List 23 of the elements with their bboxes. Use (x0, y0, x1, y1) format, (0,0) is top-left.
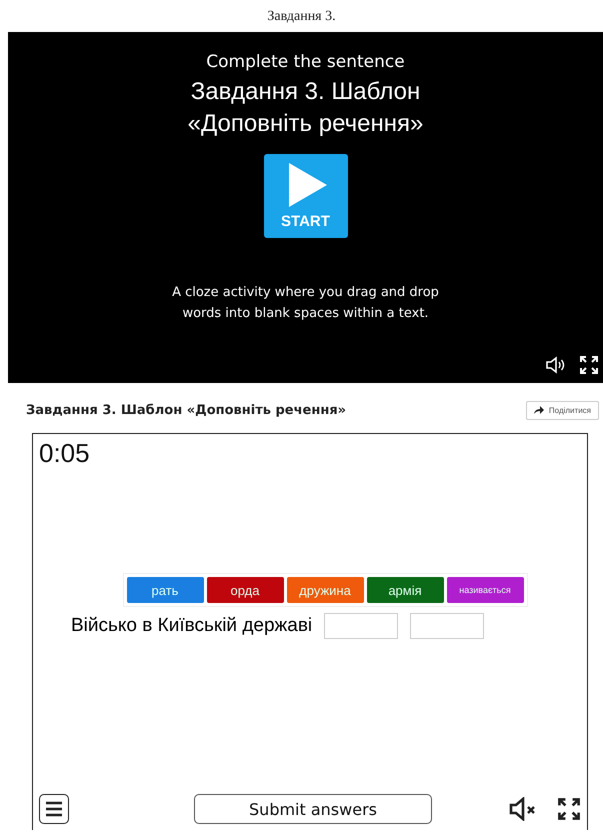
video-title: «Доповніть речення» (188, 109, 424, 139)
menu-icon (45, 801, 63, 817)
word-tile[interactable]: дружина (286, 577, 364, 603)
video-description: words into blank spaces within a text. (181, 305, 430, 323)
word-tile[interactable]: армія (366, 577, 444, 603)
word-tile[interactable]: орда (206, 577, 284, 603)
video-subtitle: Complete the sentence (206, 52, 405, 72)
sentence-text: Військо в Київській державі (71, 615, 312, 637)
blank-field[interactable] (324, 613, 398, 639)
timer: 0:05 (38, 437, 91, 469)
blank-field[interactable] (410, 613, 484, 639)
word-tile[interactable]: називається (446, 577, 524, 603)
activity-title: Завдання 3. Шаблон «Доповніть речення» (26, 402, 346, 418)
share-arrow-icon (534, 406, 544, 414)
speaker-icon[interactable] (545, 356, 565, 374)
video-description: A cloze activity where you drag and drop (172, 284, 439, 302)
fullscreen-icon[interactable] (557, 797, 581, 821)
word-tile[interactable]: рать (126, 577, 204, 603)
submit-button[interactable]: Submit answers (194, 794, 432, 824)
share-button[interactable]: Поділитися (526, 400, 599, 420)
page-title: Завдання 3. (266, 8, 337, 26)
menu-button[interactable] (39, 794, 69, 824)
video-title: Завдання 3. Шаблон (190, 77, 420, 107)
